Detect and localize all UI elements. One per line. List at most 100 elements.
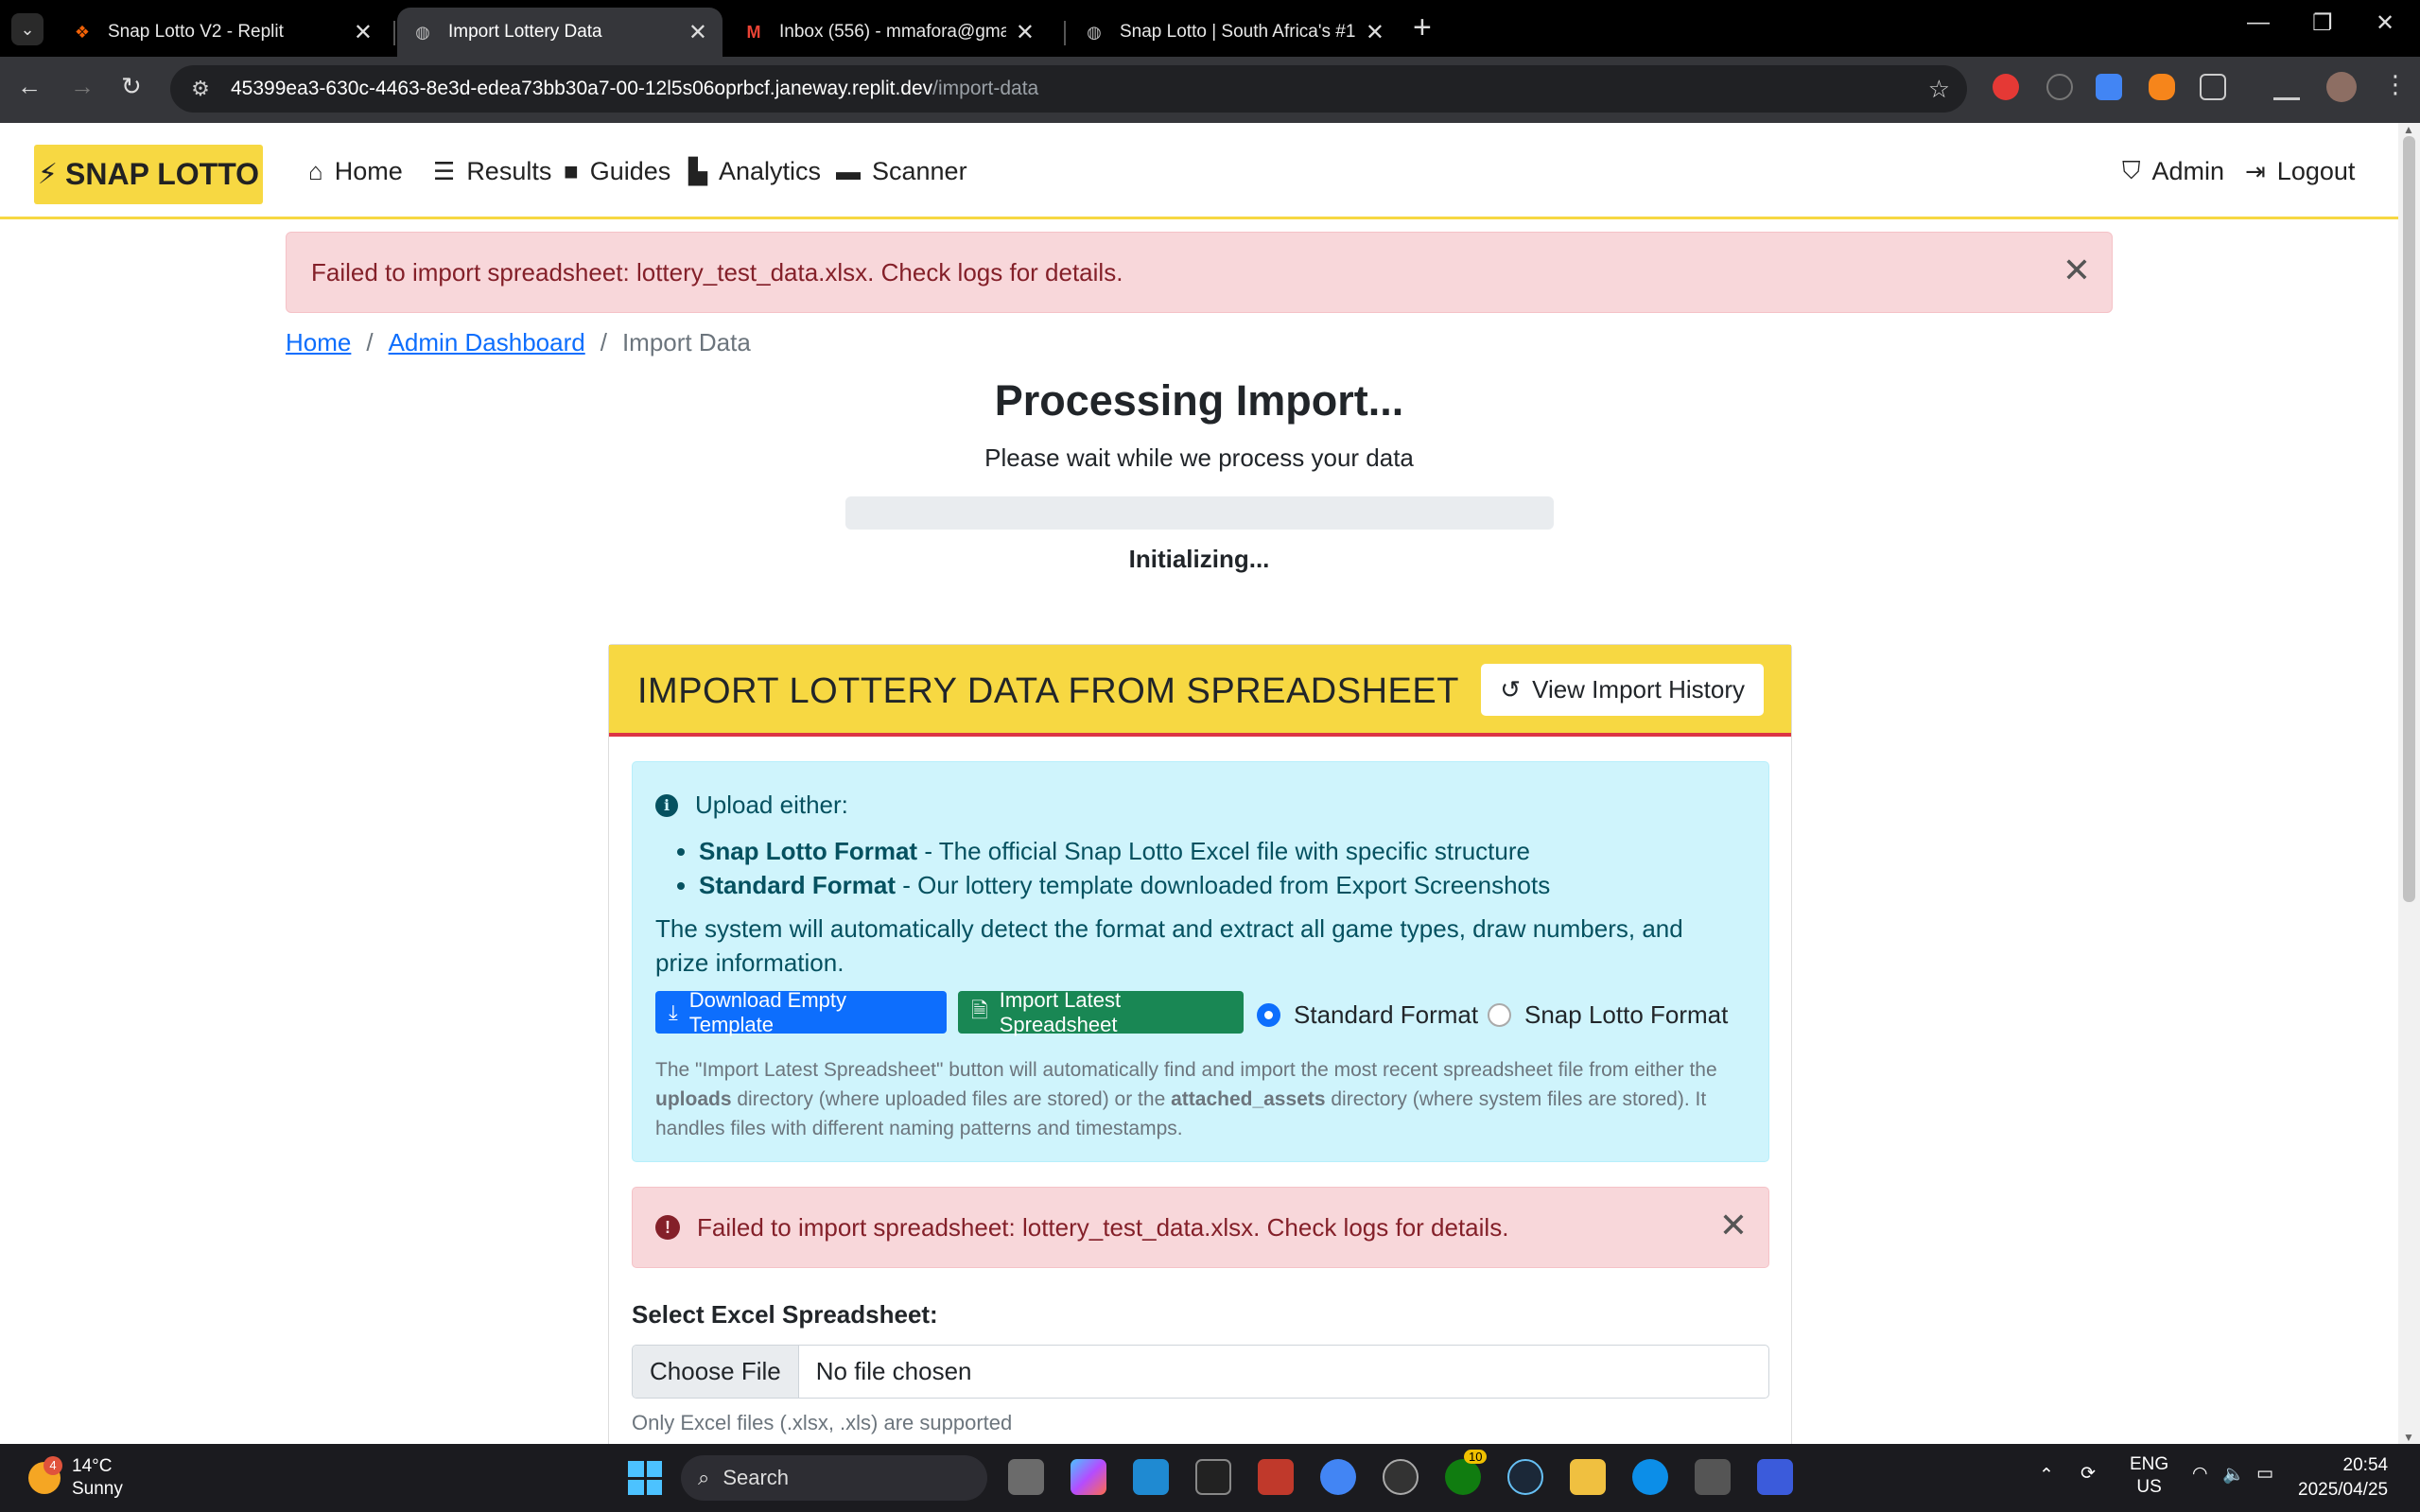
tab-gmail-inbox[interactable]: M Inbox (556) - mmafora@gmail.c ✕ bbox=[728, 8, 1050, 57]
app-icon[interactable] bbox=[1258, 1459, 1294, 1495]
copilot-icon[interactable] bbox=[1071, 1459, 1106, 1495]
file-input[interactable]: Choose File No file chosen bbox=[632, 1345, 1769, 1399]
profile-avatar[interactable] bbox=[2326, 72, 2357, 102]
battery-icon[interactable]: ▭ bbox=[2256, 1463, 2273, 1485]
bookmark-star-icon[interactable]: ☆ bbox=[1928, 75, 1950, 104]
notification-badge: 4 bbox=[44, 1456, 62, 1475]
time: 20:54 bbox=[2342, 1455, 2389, 1475]
nav-label: Logout bbox=[2276, 156, 2356, 185]
close-icon[interactable]: ✕ bbox=[1719, 1208, 1748, 1243]
file-import-icon: 🗎 bbox=[971, 998, 988, 1022]
weather-widget[interactable]: 4 14°C Sunny bbox=[28, 1455, 123, 1501]
tab-snap-lotto-sa[interactable]: ◍ Snap Lotto | South Africa's #1 P ✕ bbox=[1069, 8, 1400, 57]
radio-dot[interactable] bbox=[1257, 1003, 1280, 1027]
note-text: directory (where uploaded files are stor… bbox=[731, 1088, 1172, 1110]
alert-message: Failed to import spreadsheet: lottery_te… bbox=[311, 257, 1123, 287]
nav-home[interactable]: ⌂ Home bbox=[308, 151, 403, 191]
card-title: IMPORT LOTTERY DATA FROM SPREADSHEET bbox=[637, 671, 1459, 711]
media-controls-icon[interactable] bbox=[2273, 74, 2300, 100]
nav-guides[interactable]: ■ Guides bbox=[564, 151, 670, 191]
browser-toolbar: ← → ↻ ⚙ 45399ea3-630c-4463-8e3d-edea73bb… bbox=[0, 57, 2420, 123]
app-icon[interactable] bbox=[1695, 1459, 1731, 1495]
minimize-icon[interactable]: — bbox=[2247, 9, 2270, 36]
task-view-icon[interactable] bbox=[1008, 1459, 1044, 1495]
choose-file-button[interactable]: Choose File bbox=[633, 1346, 799, 1398]
file-status: No file chosen bbox=[815, 1357, 972, 1385]
chevron-up-icon[interactable]: ⌃ bbox=[2039, 1465, 2054, 1486]
steam-icon[interactable] bbox=[1507, 1459, 1543, 1495]
chrome-icon[interactable] bbox=[1320, 1459, 1356, 1495]
close-tab-icon[interactable]: ✕ bbox=[354, 19, 373, 46]
forward-icon[interactable]: → bbox=[70, 72, 95, 101]
edge-icon[interactable] bbox=[1632, 1459, 1668, 1495]
scrollbar-thumb[interactable] bbox=[2403, 136, 2415, 902]
app-icon[interactable] bbox=[1195, 1459, 1231, 1495]
brand-text: SNAP LOTTO bbox=[65, 157, 260, 191]
tab-snap-lotto-replit[interactable]: ❖ Snap Lotto V2 - Replit ✕ bbox=[57, 8, 388, 57]
date: 2025/04/25 bbox=[2298, 1480, 2389, 1500]
site-navbar: ⚡ SNAP LOTTO ⌂ Home ☰ Results ■ Guides ▙… bbox=[0, 123, 2398, 219]
xbox-icon[interactable]: 10 bbox=[1445, 1450, 1488, 1495]
close-tab-icon[interactable]: ✕ bbox=[1366, 19, 1384, 46]
tab-bar: ⌄ ❖ Snap Lotto V2 - Replit ✕ ◍ Import Lo… bbox=[0, 0, 2420, 57]
app-icon[interactable] bbox=[1757, 1459, 1793, 1495]
url-host: 45399ea3-630c-4463-8e3d-edea73bb30a7-00-… bbox=[231, 78, 933, 99]
tab-search-button[interactable]: ⌄ bbox=[11, 13, 44, 45]
system-clock[interactable]: 20:54 2025/04/25 bbox=[2298, 1453, 2388, 1503]
scroll-up-icon[interactable]: ▲ bbox=[2403, 123, 2414, 136]
processing-status: Initializing... bbox=[1128, 545, 1270, 573]
view-import-history-button[interactable]: ↺ View Import History bbox=[1481, 664, 1764, 716]
scroll-down-icon[interactable]: ▼ bbox=[2403, 1431, 2414, 1444]
extension-circle-icon[interactable] bbox=[2046, 74, 2073, 100]
nav-logout[interactable]: ⇥ Logout bbox=[2245, 151, 2355, 191]
sync-icon[interactable]: ⟳ bbox=[2081, 1463, 2096, 1485]
close-icon[interactable]: ✕ bbox=[2063, 253, 2091, 287]
sun-icon: 4 bbox=[28, 1456, 62, 1494]
nav-results[interactable]: ☰ Results bbox=[433, 151, 551, 191]
metamask-icon[interactable] bbox=[2149, 74, 2175, 100]
back-icon[interactable]: ← bbox=[17, 72, 42, 101]
vscode-icon[interactable] bbox=[1133, 1459, 1169, 1495]
nav-scanner[interactable]: ▬ Scanner bbox=[836, 151, 967, 191]
extension-shield-icon[interactable] bbox=[1993, 74, 2019, 100]
breadcrumb-admin-dashboard[interactable]: Admin Dashboard bbox=[389, 328, 585, 357]
browser-menu-icon[interactable]: ⋮ bbox=[2383, 70, 2408, 99]
button-label: Download Empty Template bbox=[688, 987, 847, 1036]
nav-label: Scanner bbox=[872, 156, 967, 185]
language-indicator[interactable]: ENG US bbox=[2130, 1453, 2168, 1499]
breadcrumb-home[interactable]: Home bbox=[286, 328, 351, 357]
volume-icon[interactable]: 🔈 bbox=[2222, 1463, 2245, 1486]
region: US bbox=[2136, 1477, 2162, 1497]
format-name: Snap Lotto Format bbox=[699, 837, 918, 865]
reload-icon[interactable]: ↻ bbox=[121, 72, 142, 101]
page-scrollbar[interactable]: ▲ ▼ bbox=[2398, 123, 2420, 1444]
brand-logo[interactable]: ⚡ SNAP LOTTO bbox=[34, 145, 263, 204]
google-translate-icon[interactable] bbox=[2096, 74, 2122, 100]
close-window-icon[interactable]: ✕ bbox=[2376, 9, 2394, 37]
processing-subtitle: Please wait while we process your data bbox=[984, 443, 1414, 472]
obs-icon[interactable] bbox=[1383, 1459, 1419, 1495]
close-tab-icon[interactable]: ✕ bbox=[688, 19, 707, 46]
import-latest-button[interactable]: 🗎 Import Latest Spreadsheet bbox=[958, 988, 1244, 1036]
file-explorer-icon[interactable] bbox=[1570, 1459, 1606, 1495]
radio-dot[interactable] bbox=[1488, 1003, 1511, 1027]
radio-standard-format[interactable]: Standard Format bbox=[1257, 1000, 1478, 1030]
extensions-puzzle-icon[interactable] bbox=[2200, 74, 2226, 100]
nav-analytics[interactable]: ▙ Analytics bbox=[688, 151, 821, 191]
radio-snap-lotto-format[interactable]: Snap Lotto Format bbox=[1488, 1000, 1728, 1030]
taskbar-search[interactable]: ⌕ Search bbox=[681, 1455, 987, 1501]
windows-start-icon[interactable] bbox=[628, 1461, 662, 1495]
wifi-icon[interactable]: ◠ bbox=[2192, 1463, 2208, 1485]
address-bar[interactable]: ⚙ 45399ea3-630c-4463-8e3d-edea73bb30a7-0… bbox=[170, 65, 1967, 113]
chart-line-icon: ▙ bbox=[688, 156, 707, 185]
nav-label: Results bbox=[466, 156, 552, 185]
format-name: Standard Format bbox=[699, 871, 897, 899]
download-template-button[interactable]: ⤓ Download Empty Template bbox=[655, 987, 947, 1036]
restore-icon[interactable]: ❐ bbox=[2312, 9, 2333, 37]
site-info-icon[interactable]: ⚙ bbox=[182, 77, 219, 101]
nav-admin[interactable]: ⛉ Admin bbox=[2122, 151, 2224, 191]
shield-icon: ⛉ bbox=[2122, 156, 2141, 184]
tab-import-lottery-data[interactable]: ◍ Import Lottery Data ✕ bbox=[397, 8, 723, 57]
new-tab-button[interactable]: + bbox=[1413, 11, 1432, 43]
close-tab-icon[interactable]: ✕ bbox=[1016, 19, 1035, 46]
